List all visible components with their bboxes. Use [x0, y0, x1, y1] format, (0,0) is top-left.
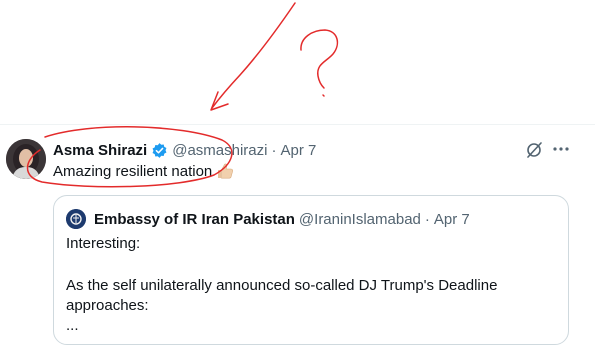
quoted-text-line: As the self unilaterally announced so-ca…	[66, 277, 498, 294]
annotation-arrow-shaft	[211, 2, 296, 109]
tweet-text: Amazing resilient nation	[53, 162, 213, 180]
quoted-author-handle[interactable]: @IraninIslamabad	[299, 211, 421, 228]
thumbs-up-emoji-icon	[218, 163, 234, 179]
quoted-separator-dot: ·	[424, 210, 430, 228]
tweet-body: Amazing resilient nation	[53, 162, 234, 180]
verified-badge-icon	[152, 142, 167, 158]
annotation-question-dot	[322, 94, 325, 97]
avatar[interactable]	[6, 139, 46, 179]
separator-dot: ·	[271, 141, 277, 159]
quoted-tweet-card[interactable]: Embassy of IR Iran Pakistan @IraninIslam…	[53, 195, 569, 345]
quoted-author-avatar[interactable]	[66, 209, 86, 229]
grok-icon[interactable]	[524, 140, 544, 160]
quoted-author-name[interactable]: Embassy of IR Iran Pakistan	[94, 211, 295, 228]
author-name[interactable]: Asma Shirazi	[53, 142, 147, 159]
tweet-header: Asma Shirazi @asmashirazi · Apr 7	[53, 140, 316, 160]
annotation-arrow-head	[210, 91, 229, 111]
quoted-text-line: ...	[66, 317, 79, 334]
annotation-question-mark	[300, 29, 339, 89]
tweet-date[interactable]: Apr 7	[280, 142, 316, 159]
quoted-text-line: approaches:	[66, 297, 149, 314]
quoted-text-line: Interesting:	[66, 235, 141, 252]
author-handle[interactable]: @asmashirazi	[172, 142, 267, 159]
quoted-tweet-date[interactable]: Apr 7	[434, 211, 470, 228]
quoted-tweet-header: Embassy of IR Iran Pakistan @IraninIslam…	[94, 209, 470, 229]
more-icon[interactable]	[552, 142, 570, 156]
